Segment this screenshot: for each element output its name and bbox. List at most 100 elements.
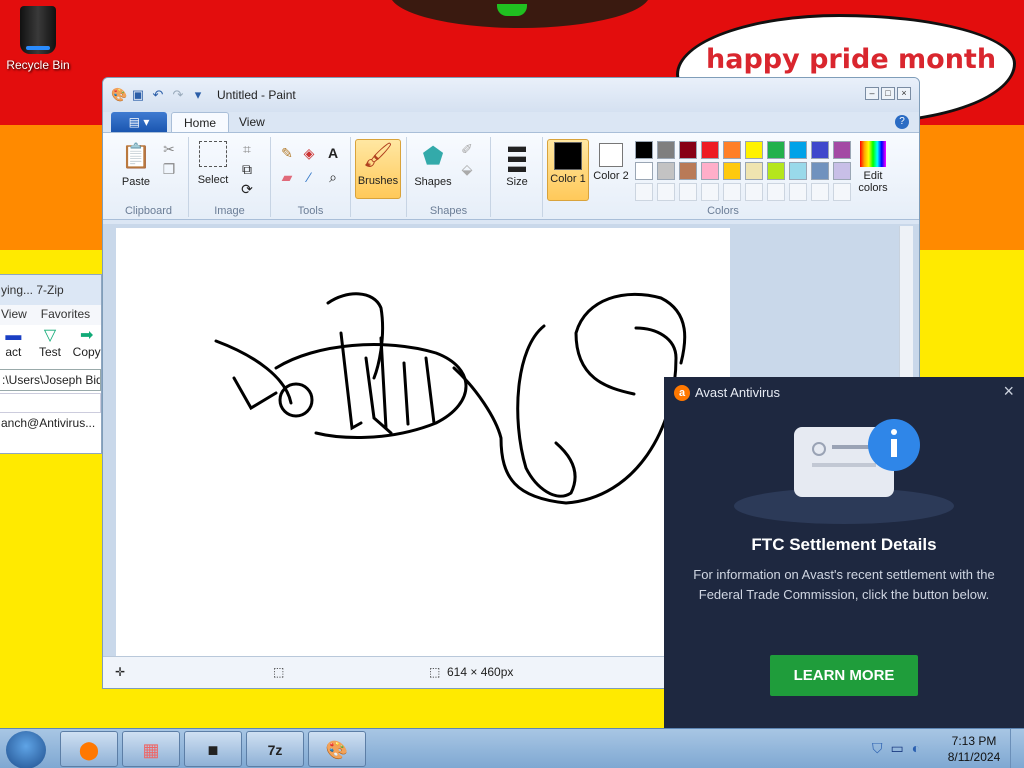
close-icon[interactable]: × xyxy=(1003,381,1014,402)
palette-swatch[interactable] xyxy=(833,141,851,159)
palette-swatch[interactable] xyxy=(811,162,829,180)
taskbar-7zip[interactable]: 7z xyxy=(246,731,304,767)
copy-icon[interactable]: ❐ xyxy=(159,159,179,179)
drawing-canvas[interactable] xyxy=(116,228,730,658)
eraser-icon[interactable]: ▰ xyxy=(277,167,297,187)
save-icon[interactable]: ▣ xyxy=(131,88,145,102)
color2-label: Color 2 xyxy=(593,170,629,182)
palette-swatch[interactable] xyxy=(745,141,763,159)
custom-color-slot[interactable] xyxy=(723,183,741,201)
custom-color-slot[interactable] xyxy=(657,183,675,201)
shapes-button[interactable]: ⬟ Shapes xyxy=(413,141,453,188)
brushes-button[interactable]: 🖌 Brushes xyxy=(355,139,401,199)
wallpaper-accent xyxy=(497,4,527,16)
customize-qa-icon[interactable]: ▾ xyxy=(191,88,205,102)
volume-icon[interactable]: ◐ xyxy=(912,740,920,756)
palette-swatch[interactable] xyxy=(679,162,697,180)
ribbon: 📋 Paste ✂ ❐ Clipboard Select ⌗ ⧉ ⟳ Image … xyxy=(103,132,919,220)
network-icon[interactable]: ▭ xyxy=(891,740,904,757)
copy-arrow-icon: ➡ xyxy=(79,327,94,344)
crop-icon[interactable]: ⌗ xyxy=(237,139,257,159)
list-item[interactable]: anch@Antivirus... xyxy=(0,413,101,433)
avast-logo-icon: a xyxy=(674,385,690,401)
color2-button[interactable]: Color 2 xyxy=(591,139,631,182)
outline-icon[interactable]: ✐ xyxy=(457,139,477,159)
palette-swatch[interactable] xyxy=(789,162,807,180)
color-picker-icon[interactable]: ⁄ xyxy=(299,167,319,187)
group-image: Select ⌗ ⧉ ⟳ Image xyxy=(189,137,271,217)
recycle-bin-shortcut[interactable]: Recycle Bin xyxy=(6,6,70,72)
custom-color-slot[interactable] xyxy=(789,183,807,201)
menu-favorites[interactable]: Favorites xyxy=(41,307,90,325)
text-icon[interactable]: A xyxy=(323,143,343,163)
palette-swatch[interactable] xyxy=(657,162,675,180)
close-button[interactable]: × xyxy=(897,87,911,100)
cut-icon[interactable]: ✂ xyxy=(159,139,179,159)
magnifier-icon[interactable]: ⌕ xyxy=(323,167,343,187)
custom-color-slot[interactable] xyxy=(635,183,653,201)
taskbar-terminal[interactable]: ■ xyxy=(184,731,242,767)
learn-more-button[interactable]: LEARN MORE xyxy=(770,655,918,696)
paint-app-icon: 🎨 xyxy=(111,87,128,102)
start-button[interactable] xyxy=(6,731,46,768)
maximize-button[interactable]: □ xyxy=(881,87,895,100)
taskbar-explorer[interactable]: ▦ xyxy=(122,731,180,767)
clock[interactable]: 7:13 PM 8/11/2024 xyxy=(940,733,1008,765)
rotate-icon[interactable]: ⟳ xyxy=(237,179,257,199)
color1-label: Color 1 xyxy=(550,173,586,185)
ribbon-tabs: ▤ ▾ Home View ? xyxy=(103,112,919,134)
tab-home[interactable]: Home xyxy=(171,112,230,134)
redo-icon[interactable]: ↷ xyxy=(171,88,185,102)
palette-swatch[interactable] xyxy=(767,141,785,159)
shape-fill-icon[interactable]: ⬙ xyxy=(457,159,477,179)
palette-swatch[interactable] xyxy=(789,141,807,159)
shield-icon[interactable]: ⛉ xyxy=(872,740,883,757)
paint-icon: 🎨 xyxy=(325,740,349,760)
test-icon: ▽ xyxy=(43,327,57,344)
minimize-button[interactable]: – xyxy=(865,87,879,100)
7zip-toolbar: ▬ act ▽ Test ➡ Copy xyxy=(0,325,101,365)
copy-button[interactable]: ➡ Copy xyxy=(72,327,101,365)
palette-swatch[interactable] xyxy=(811,141,829,159)
test-button[interactable]: ▽ Test xyxy=(36,327,65,365)
cursor-position-icon: ✛ xyxy=(115,665,126,679)
show-desktop-button[interactable] xyxy=(1010,729,1024,768)
palette-swatch[interactable] xyxy=(833,162,851,180)
taskbar-paint[interactable]: 🎨 xyxy=(308,731,366,767)
palette-swatch[interactable] xyxy=(745,162,763,180)
palette-swatch[interactable] xyxy=(635,162,653,180)
palette-swatch[interactable] xyxy=(679,141,697,159)
custom-color-slot[interactable] xyxy=(811,183,829,201)
menu-view[interactable]: View xyxy=(1,307,27,325)
select-button[interactable]: Select xyxy=(193,141,233,186)
edit-colors-button[interactable]: Edit colors xyxy=(851,141,895,194)
palette-swatch[interactable] xyxy=(767,162,785,180)
pencil-icon[interactable]: ✎ xyxy=(277,143,297,163)
help-icon[interactable]: ? xyxy=(895,115,909,129)
fill-icon[interactable]: ◈ xyxy=(299,143,319,163)
tab-view[interactable]: View xyxy=(227,112,277,134)
size-button[interactable]: ▬ ▬ ▬ Size xyxy=(497,136,537,188)
extract-button[interactable]: ▬ act xyxy=(0,327,28,365)
custom-color-slot[interactable] xyxy=(767,183,785,201)
select-icon xyxy=(199,141,227,167)
resize-icon[interactable]: ⧉ xyxy=(237,159,257,179)
palette-swatch[interactable] xyxy=(701,162,719,180)
palette-swatch[interactable] xyxy=(657,141,675,159)
paste-button[interactable]: 📋 Paste xyxy=(117,141,155,188)
palette-swatch[interactable] xyxy=(635,141,653,159)
custom-color-slot[interactable] xyxy=(701,183,719,201)
palette-swatch[interactable] xyxy=(701,141,719,159)
line-size-icon: ▬ ▬ ▬ xyxy=(508,136,526,176)
custom-color-slot[interactable] xyxy=(679,183,697,201)
palette-swatch[interactable] xyxy=(723,141,741,159)
custom-color-slot[interactable] xyxy=(745,183,763,201)
color1-button[interactable]: Color 1 xyxy=(547,139,589,201)
undo-icon[interactable]: ↶ xyxy=(151,88,165,102)
path-field[interactable]: :\Users\Joseph Bide xyxy=(0,369,101,391)
file-menu-button[interactable]: ▤ ▾ xyxy=(111,112,167,132)
palette-swatch[interactable] xyxy=(723,162,741,180)
clock-date: 8/11/2024 xyxy=(947,750,1001,764)
custom-color-slot[interactable] xyxy=(833,183,851,201)
taskbar-avast[interactable]: ⬤ xyxy=(60,731,118,767)
